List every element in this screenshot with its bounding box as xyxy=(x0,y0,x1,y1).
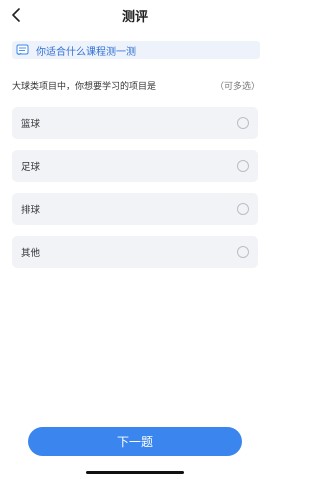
option-label: 篮球 xyxy=(21,119,41,130)
option-basketball[interactable]: 篮球 xyxy=(12,107,258,139)
question-row: 大球类项目中，你想要学习的项目是 （可多选） xyxy=(12,79,260,92)
multi-select-hint: （可多选） xyxy=(214,82,260,92)
option-football[interactable]: 足球 xyxy=(12,150,258,182)
radio-circle-icon[interactable] xyxy=(237,160,249,172)
radio-circle-icon[interactable] xyxy=(237,203,249,215)
option-label: 其他 xyxy=(21,248,41,259)
nav-bar: 测评 xyxy=(0,0,270,30)
option-volleyball[interactable]: 排球 xyxy=(12,193,258,225)
quiz-banner: 你适合什么课程测一测 xyxy=(12,41,260,59)
radio-circle-icon[interactable] xyxy=(237,117,249,129)
option-other[interactable]: 其他 xyxy=(12,236,258,268)
option-label: 足球 xyxy=(21,162,41,173)
home-indicator xyxy=(86,471,184,474)
radio-circle-icon[interactable] xyxy=(237,246,249,258)
banner-text: 你适合什么课程测一测 xyxy=(36,46,136,58)
page-title: 测评 xyxy=(121,10,148,25)
scroll-icon xyxy=(16,44,30,56)
question-text: 大球类项目中，你想要学习的项目是 xyxy=(12,82,157,92)
next-question-button[interactable]: 下一题 xyxy=(28,427,242,456)
option-label: 排球 xyxy=(21,205,41,216)
